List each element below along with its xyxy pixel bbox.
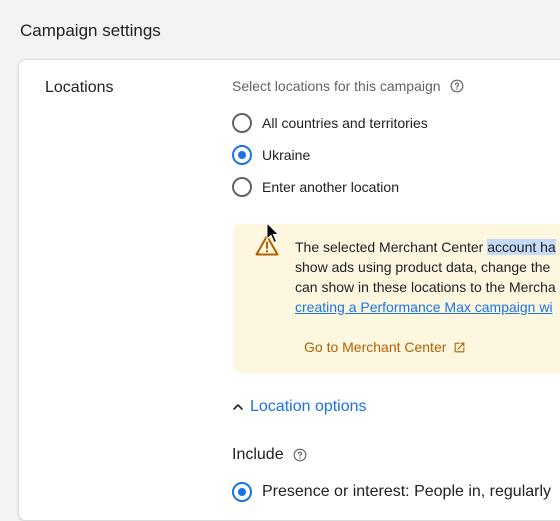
radio-all-countries[interactable]: All countries and territories [232, 113, 428, 133]
locations-prompt: Select locations for this campaign [232, 78, 464, 94]
radio-button-checked[interactable] [232, 482, 252, 502]
merchant-warning-banner: The selected Merchant Center account ha … [233, 224, 560, 373]
radio-label: All countries and territories [262, 115, 428, 131]
help-icon[interactable] [450, 79, 464, 93]
performance-max-link[interactable]: creating a Performance Max campaign wi [295, 297, 560, 317]
section-label-locations: Locations [45, 79, 114, 96]
open-in-new-icon [455, 342, 465, 352]
radio-button-checked[interactable] [232, 145, 252, 165]
chevron-up-icon [233, 404, 243, 410]
warning-line-3: can show in these locations to the Merch… [295, 279, 556, 295]
location-options-label: Location options [250, 398, 367, 415]
radio-button-unchecked[interactable] [232, 177, 252, 197]
help-icon[interactable] [293, 448, 307, 462]
radio-label: Enter another location [262, 179, 399, 195]
warning-text: The selected Merchant Center [295, 239, 488, 255]
include-heading: Include [232, 446, 307, 464]
page-title: Campaign settings [20, 21, 161, 40]
warning-message: The selected Merchant Center account ha … [295, 237, 560, 317]
radio-label: Presence or interest: People in, regular… [262, 483, 552, 500]
merchant-link-label: Go to Merchant Center [304, 339, 447, 355]
radio-button-unchecked[interactable] [232, 113, 252, 133]
radio-ukraine[interactable]: Ukraine [232, 145, 310, 165]
radio-label: Ukraine [262, 147, 311, 163]
radio-presence-or-interest[interactable]: Presence or interest: People in, regular… [232, 482, 551, 502]
selected-text: account ha [487, 239, 556, 255]
warning-line-1: The selected Merchant Center account ha [295, 237, 560, 257]
mouse-cursor-icon [266, 222, 280, 244]
include-label: Include [232, 446, 284, 463]
location-options-toggle[interactable]: Location options [230, 398, 367, 416]
locations-card: Locations Select locations for this camp… [18, 59, 560, 521]
go-to-merchant-center-link[interactable]: Go to Merchant Center [304, 339, 466, 355]
warning-line-2: show ads using product data, change the [295, 259, 551, 275]
locations-prompt-text: Select locations for this campaign [232, 78, 441, 94]
radio-enter-location[interactable]: Enter another location [232, 177, 399, 197]
